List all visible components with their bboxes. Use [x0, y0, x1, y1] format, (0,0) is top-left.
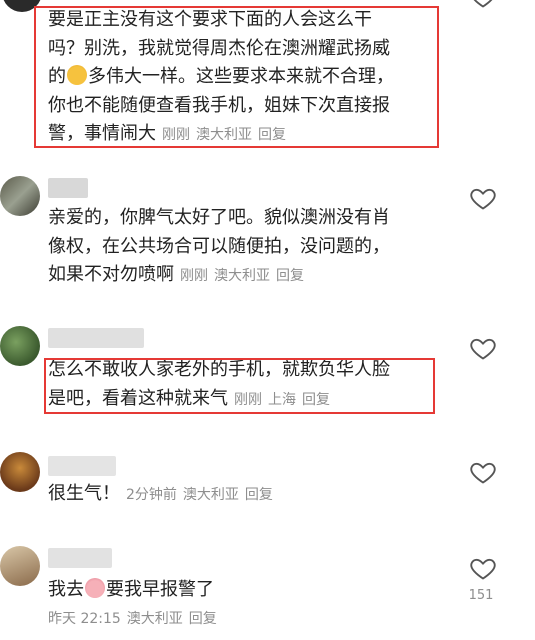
comment-time: 刚刚	[162, 127, 190, 143]
comment-location: 澳大利亚	[126, 611, 183, 627]
like-button[interactable]	[469, 458, 497, 486]
comment-time: 2分钟前	[126, 487, 177, 503]
username[interactable]	[48, 328, 144, 348]
comment-meta: 昨天 22:15 澳大利亚 回复	[48, 608, 217, 628]
comment-text: 怎么不敢收人家老外的手机，就欺负华人脸 是吧，看着这种就来气 刚刚 上海 回复	[48, 359, 390, 409]
smiling-face-emoji-icon	[67, 65, 87, 85]
avatar[interactable]	[2, 0, 42, 12]
like-button[interactable]	[469, 334, 497, 362]
comment-time: 刚刚	[234, 391, 262, 408]
avatar[interactable]	[0, 452, 40, 492]
reply-button[interactable]: 回复	[276, 268, 304, 284]
like-button[interactable]	[469, 0, 497, 10]
comment-time: 昨天 22:15	[48, 611, 121, 627]
reply-button[interactable]: 回复	[302, 392, 330, 408]
username[interactable]	[48, 178, 88, 198]
comment-location: 澳大利亚	[196, 127, 252, 143]
reply-button[interactable]: 回复	[258, 127, 286, 143]
comment-text: 我去 要我早报警了	[48, 578, 214, 600]
reply-button[interactable]: 回复	[189, 611, 217, 627]
username[interactable]	[48, 548, 112, 568]
heart-icon	[470, 188, 496, 210]
like-count: 151	[468, 588, 494, 603]
avatar[interactable]	[0, 326, 40, 366]
avatar[interactable]	[0, 546, 40, 586]
reply-button[interactable]: 回复	[245, 487, 273, 503]
like-button[interactable]	[469, 184, 497, 212]
comment-location: 澳大利亚	[182, 487, 239, 503]
crying-face-emoji-icon	[85, 578, 105, 598]
comment-location: 上海	[268, 391, 296, 408]
like-button[interactable]	[469, 554, 497, 582]
avatar[interactable]	[0, 176, 40, 216]
comment-time: 刚刚	[180, 268, 208, 284]
comment-text: 要是正主没有这个要求下面的人会这么干 吗？别洗，我就觉得周杰伦在澳洲耀武扬威 的…	[48, 9, 394, 144]
comment-text: 很生气！ 2分钟前 澳大利亚 回复	[48, 483, 273, 504]
comment-text: 亲爱的，你脾气太好了吧。貌似澳洲没有肖 像权，在公共场合可以随便拍，没问题的， …	[48, 207, 390, 285]
heart-icon	[470, 558, 496, 580]
comment-location: 澳大利亚	[214, 268, 270, 284]
heart-icon	[470, 338, 496, 360]
heart-icon	[473, 0, 493, 8]
username[interactable]	[48, 456, 116, 476]
heart-icon	[470, 462, 496, 484]
